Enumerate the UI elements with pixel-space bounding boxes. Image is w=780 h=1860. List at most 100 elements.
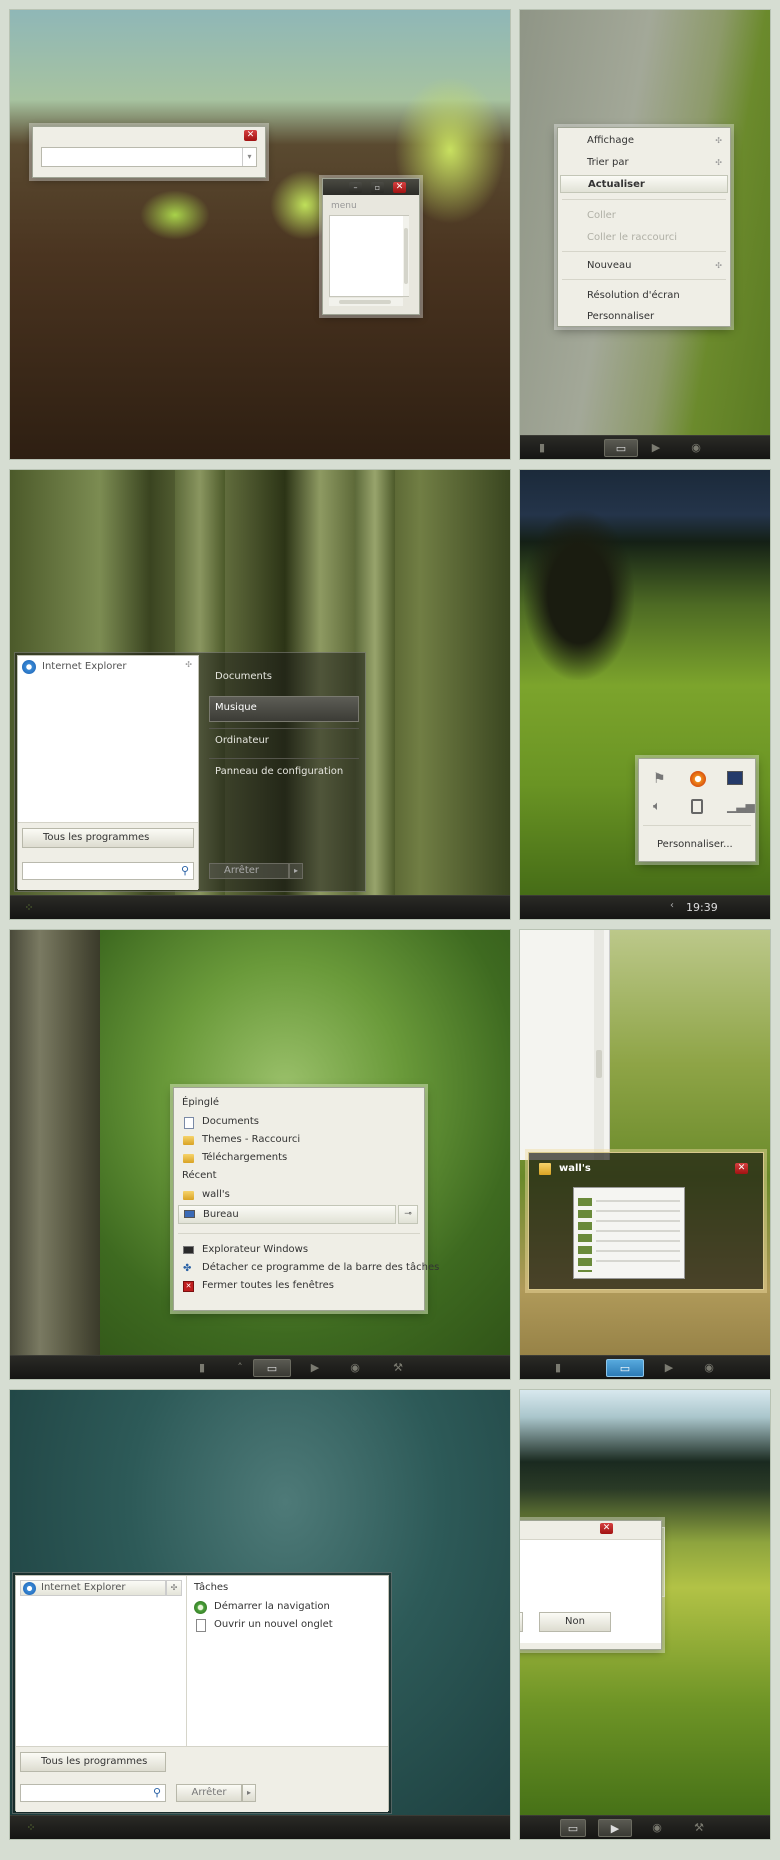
menu-item-affichage[interactable]: Affichage ✣ [558, 132, 730, 150]
menu-separator [643, 825, 751, 826]
taskbar-power-button[interactable]: ◉ [684, 439, 708, 457]
signal-icon[interactable]: ▁▃▅ [727, 799, 755, 813]
menu-item-nouveau[interactable]: Nouveau ✣ [558, 257, 730, 275]
tray-expand-chevron[interactable]: ‹ [670, 900, 674, 911]
menu-item-actualiser[interactable]: Actualiser [560, 175, 728, 193]
tasks-header: Tâches [194, 1582, 229, 1593]
right-item-documents[interactable]: Documents [215, 671, 272, 682]
minimize-icon[interactable]: – [349, 182, 362, 193]
taskbar-power-button[interactable]: ◉ [696, 1359, 722, 1377]
taskbar-desktop-button[interactable]: ▭ [606, 1359, 644, 1377]
menu-item-resolution[interactable]: Résolution d'écran [558, 287, 730, 305]
right-item-musique[interactable]: Musique [215, 702, 257, 713]
thumbnail-preview[interactable]: wall's ✕ [528, 1152, 764, 1290]
pinned-item-internet-explorer[interactable]: Internet Explorer [20, 1580, 166, 1596]
search-icon[interactable]: ⚲ [153, 1786, 161, 1799]
monitor-icon: ▭ [567, 1822, 579, 1835]
tools-icon: ⚒ [694, 1821, 704, 1834]
action-explorer[interactable]: Explorateur Windows [182, 1243, 418, 1259]
close-icon[interactable]: ✕ [600, 1523, 613, 1534]
desktop-panel-road: Affichage ✣ Trier par ✣ Actualiser Coller … [519, 9, 771, 460]
task-new-tab[interactable]: Ouvrir un nouvel onglet [194, 1618, 374, 1634]
desktop-icon [184, 1210, 195, 1218]
play-icon: ▶ [310, 1361, 320, 1374]
close-icon[interactable]: ✕ [244, 130, 257, 141]
start-orb[interactable]: ⁘ [24, 1819, 38, 1837]
speaker-icon[interactable]: 🔈︎ [653, 799, 661, 814]
search-input[interactable]: ⚲ [22, 862, 194, 880]
taskbar-bookmark-button[interactable]: ▮ [194, 1359, 210, 1377]
previous-button[interactable] [520, 1612, 523, 1632]
unpin-icon: ✤ [183, 1263, 192, 1274]
flag-icon[interactable]: ⚑ [653, 771, 666, 787]
menu-item-trier-par[interactable]: Trier par ✣ [558, 154, 730, 172]
jump-item-walls[interactable]: wall's [182, 1188, 402, 1204]
menu-item-coller-raccourci: Coller le raccourci [587, 232, 678, 243]
start-orb[interactable]: ⁘ [22, 899, 36, 917]
personalize-link[interactable]: Personnaliser... [657, 839, 733, 850]
power-icon: ◉ [691, 441, 701, 454]
all-programs-button[interactable]: Tous les programmes [20, 1752, 166, 1772]
start-menu-ie: Internet Explorer ✣ Tâches Démarrer la n… [12, 1572, 392, 1814]
pin-icon[interactable]: ✣ [185, 660, 192, 669]
internet-explorer-icon [22, 660, 36, 674]
power-plug-icon[interactable] [691, 799, 703, 814]
action-unpin[interactable]: ✤ Détacher ce programme de la barre des … [182, 1261, 439, 1277]
shutdown-options-arrow[interactable]: ▸ [289, 863, 303, 879]
monitor-icon[interactable] [727, 771, 743, 785]
taskbar-bookmark-button[interactable]: ▮ [534, 439, 550, 457]
menu-separator [209, 728, 359, 729]
taskbar-desktop-button[interactable]: ▭ [253, 1359, 291, 1377]
search-input[interactable]: ⚲ [20, 1784, 166, 1802]
taskbar-tools-button[interactable]: ⚒ [385, 1359, 411, 1377]
desktop-panel-bamboo: Internet Explorer ✣ Tous les programmes … [9, 469, 511, 920]
dialog-body: ✕ Non [520, 1520, 662, 1650]
taskbar-media-button[interactable]: ▶ [644, 439, 668, 457]
jump-item-themes[interactable]: Themes - Raccourci [182, 1133, 402, 1149]
jump-item-telechargements[interactable]: Téléchargements [182, 1151, 402, 1167]
shutdown-options-arrow[interactable]: ▸ [242, 1784, 256, 1802]
vertical-scrollbar[interactable] [403, 216, 409, 296]
right-item-ordinateur[interactable]: Ordinateur [215, 735, 269, 746]
pin-button[interactable]: ⊸ [398, 1205, 418, 1224]
menu-item-personnaliser[interactable]: Personnaliser [558, 308, 730, 326]
vertical-scrollbar[interactable] [594, 930, 604, 1160]
taskbar-arrow-button[interactable]: ˄ [232, 1359, 248, 1377]
taskbar-media-button[interactable]: ▶ [598, 1819, 632, 1837]
jump-list-arrow[interactable]: ✣ [166, 1580, 182, 1596]
taskbar-bookmark-button[interactable]: ▮ [550, 1359, 566, 1377]
taskbar-power-button[interactable]: ◉ [342, 1359, 368, 1377]
taskbar-media-button[interactable]: ▶ [302, 1359, 328, 1377]
close-icon[interactable]: ✕ [735, 1163, 748, 1174]
shutdown-button[interactable]: Arrêter [209, 863, 289, 879]
horizontal-scrollbar[interactable] [329, 298, 403, 306]
action-close-all[interactable]: ✕ Fermer toutes les fenêtres [182, 1279, 418, 1295]
taskbar-desktop-button[interactable]: ▭ [560, 1819, 586, 1837]
close-icon[interactable]: ✕ [393, 182, 406, 193]
play-icon: ▶ [651, 441, 661, 454]
jump-item-bureau[interactable]: Bureau [178, 1205, 396, 1224]
right-item-panneau[interactable]: Panneau de configuration [215, 766, 343, 777]
shutdown-button[interactable]: Arrêter [176, 1784, 242, 1802]
search-icon[interactable]: ⚲ [181, 864, 189, 877]
all-programs-button[interactable]: Tous les programmes [22, 828, 194, 848]
taskbar-media-button[interactable]: ▶ [656, 1359, 682, 1377]
combo-box[interactable]: ▾ [41, 147, 257, 167]
taskbar-tools-button[interactable]: ⚒ [686, 1819, 712, 1837]
menu-label[interactable]: menu [331, 201, 357, 211]
taskbar-power-button[interactable]: ◉ [644, 1819, 670, 1837]
clock[interactable]: 19:39 [686, 901, 718, 914]
maximize-icon[interactable]: ▫ [371, 182, 384, 193]
bookmark-icon: ▮ [554, 1361, 562, 1374]
folder-icon [183, 1191, 194, 1200]
taskbar: ▮ ˄ ▭ ▶ ◉ ⚒ [10, 1355, 510, 1379]
jump-item-documents[interactable]: Documents [182, 1115, 402, 1131]
no-button[interactable]: Non [539, 1612, 611, 1632]
taskbar-desktop-button[interactable]: ▭ [604, 439, 638, 457]
task-start-browsing[interactable]: Démarrer la navigation [194, 1600, 374, 1616]
chevron-down-icon[interactable]: ▾ [242, 148, 256, 166]
orb-icon[interactable] [690, 771, 706, 787]
menu-separator [562, 251, 726, 252]
pinned-item-internet-explorer[interactable]: Internet Explorer ✣ [22, 660, 194, 676]
play-icon: ▶ [610, 1822, 620, 1835]
